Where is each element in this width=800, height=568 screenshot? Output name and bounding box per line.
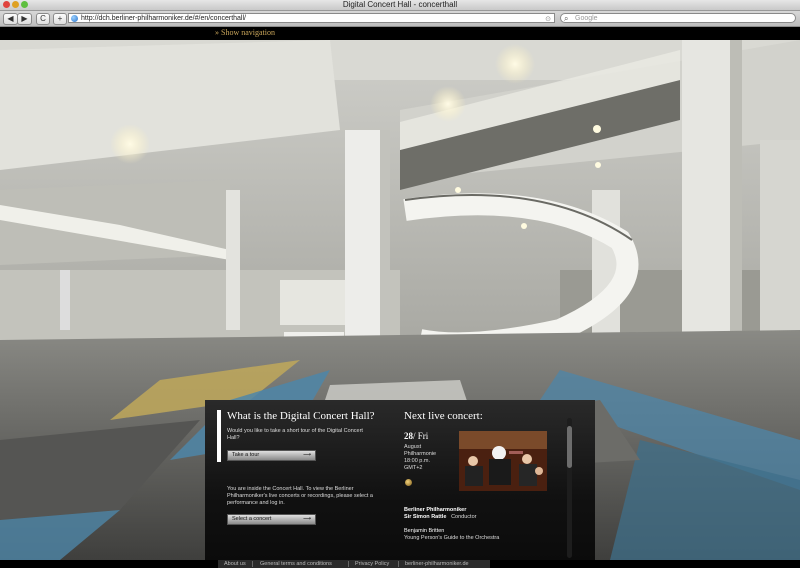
site-navbar: » Show navigation [0,27,800,40]
window-title: Digital Concert Hall - concerthall [342,0,458,9]
show-navigation-link[interactable]: » Show navigation [215,28,275,37]
tour-question-text: Would you like to take a short tour of t… [227,428,363,441]
concert-day: 28 [404,431,413,441]
plus-icon: + [57,14,63,23]
work-composer: Benjamin Britten [404,528,445,534]
search-icon: ⌕ [564,14,569,23]
take-a-tour-button[interactable]: Take a tour ⟶ [227,450,316,461]
back-button[interactable]: ◀ [3,13,18,25]
add-bookmark-button[interactable]: + [53,13,67,25]
footer-divider [398,561,399,567]
conductor-name: Sir Simon Rattle [404,514,447,520]
concert-program: Berliner Philharmoniker Sir Simon Rattle… [404,507,554,542]
orchestra-name: Berliner Philharmoniker [404,507,467,513]
orchestra-photo [459,431,547,491]
arrow-right-icon: ⟶ [303,516,311,522]
concert-date: 28/ Fri [404,431,428,441]
search-input[interactable]: ⌕ Google [560,13,796,23]
url-text: http://dch.berliner-philharmoniker.de/#/… [81,15,246,22]
footer: About us General terms and conditions Pr… [218,560,490,568]
select-concert-label: Select a concert [232,516,272,522]
forward-arrow-icon: ▶ [21,14,28,23]
concert-details: August Philharmonie 18:00 p.m. GMT+2 [404,444,454,472]
browser-toolbar: ◀ ▶ C + http://dch.berliner-philharmonik… [0,11,800,27]
window-titlebar: Digital Concert Hall - concerthall [0,0,800,11]
footer-link-terms[interactable]: General terms and conditions [260,560,332,568]
what-is-dch-heading: What is the Digital Concert Hall? [227,410,375,422]
accent-bar [217,410,221,462]
concert-timezone: GMT+2 [404,465,423,471]
concert-month: August [404,444,422,450]
forward-button[interactable]: ▶ [17,13,32,25]
concert-weekday: / Fri [413,431,429,441]
search-placeholder: Google [575,15,598,22]
info-panel: What is the Digital Concert Hall? Would … [205,400,595,560]
concert-venue: Philharmonie [404,451,437,457]
back-arrow-icon: ◀ [7,14,14,23]
concert-thumbnail[interactable] [459,431,547,491]
reload-icon: C [40,14,46,23]
footer-link-about[interactable]: About us [224,560,246,568]
rss-icon[interactable]: ⊙ [545,15,551,25]
conductor-line: Sir Simon Rattle Conductor [404,514,554,521]
footer-divider [348,561,349,567]
take-a-tour-label: Take a tour [232,452,260,458]
select-concert-button[interactable]: Select a concert ⟶ [227,514,316,525]
inside-hall-text: You are inside the Concert Hall. To view… [227,486,373,506]
scrollbar-thumb[interactable] [567,426,572,468]
conductor-role: Conductor [451,514,477,520]
globe-icon[interactable] [405,479,412,486]
work-title: Young Person's Guide to the Orchestra [404,535,500,541]
arrow-right-icon: ⟶ [303,452,311,458]
panel-scrollbar[interactable] [567,418,572,558]
footer-link-bph[interactable]: berliner-philharmoniker.de [405,560,469,568]
footer-divider [252,561,253,567]
globe-icon [71,15,78,22]
reload-button[interactable]: C [36,13,50,25]
concert-time: 18:00 p.m. [404,458,430,464]
footer-link-privacy[interactable]: Privacy Policy [355,560,389,568]
address-bar[interactable]: http://dch.berliner-philharmoniker.de/#/… [68,13,555,23]
next-live-concert-heading: Next live concert: [404,410,483,422]
